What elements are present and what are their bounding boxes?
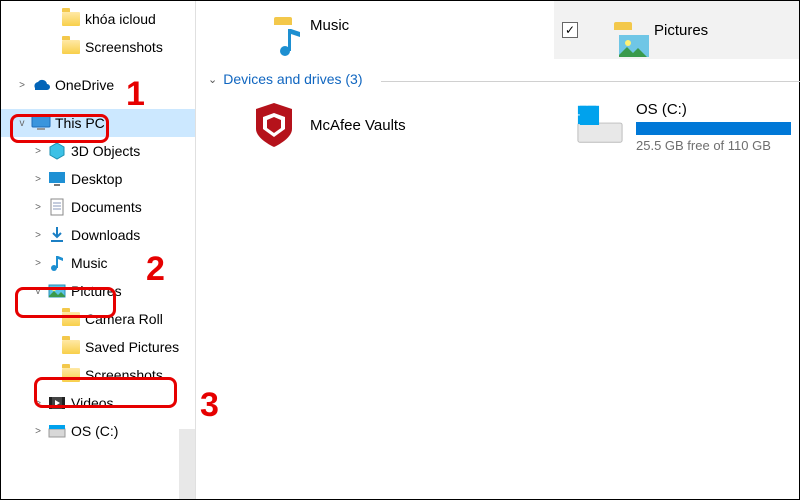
drive-os-c[interactable]: OS (C:) 25.5 GB free of 110 GB: [576, 101, 791, 153]
mcafee-icon: [250, 101, 298, 149]
expander-icon: [45, 40, 59, 54]
chevron-right-icon[interactable]: >: [31, 200, 45, 214]
section-title: Devices and drives (3): [223, 71, 362, 87]
expander-icon: [45, 368, 59, 382]
section-divider: [381, 81, 800, 82]
downloads-icon: [47, 225, 67, 245]
tree-item-saved-pictures[interactable]: Saved Pictures: [1, 333, 195, 361]
tree-item-camera-roll[interactable]: Camera Roll: [1, 305, 195, 333]
tree-item-os-c[interactable]: > OS (C:): [1, 417, 195, 445]
drive-free-space: 25.5 GB free of 110 GB: [636, 138, 791, 153]
chevron-right-icon[interactable]: >: [15, 78, 29, 92]
tree-item-onedrive[interactable]: > OneDrive: [1, 71, 195, 99]
3d-objects-icon: [47, 141, 67, 161]
tree-label: Saved Pictures: [85, 339, 179, 355]
chevron-right-icon[interactable]: >: [31, 144, 45, 158]
onedrive-icon: [31, 75, 51, 95]
videos-icon: [47, 393, 67, 413]
drive-mcafee-vaults[interactable]: McAfee Vaults: [250, 101, 406, 149]
tree-label: Desktop: [71, 171, 122, 187]
chevron-down-icon[interactable]: v: [31, 284, 45, 298]
this-pc-icon: [31, 113, 51, 133]
tree-label: khóa icloud: [85, 11, 156, 27]
drive-label: OS (C:): [636, 101, 791, 118]
tree-label: This PC: [55, 115, 105, 131]
tree-label: Pictures: [71, 283, 122, 299]
tree-item-desktop[interactable]: > Desktop: [1, 165, 195, 193]
folder-icon: [61, 337, 81, 357]
tree-item-downloads[interactable]: > Downloads: [1, 221, 195, 249]
tree-item-screenshots-qa[interactable]: Screenshots: [1, 33, 195, 61]
music-folder-icon: [250, 1, 298, 49]
tree-label: OneDrive: [55, 77, 114, 93]
expander-icon: [45, 340, 59, 354]
navigation-tree: khóa icloud Screenshots > OneDrive v Thi…: [1, 1, 196, 499]
tree-label: Downloads: [71, 227, 140, 243]
tree-item-music[interactable]: > Music: [1, 249, 195, 277]
tree-label: Music: [71, 255, 108, 271]
tree-label: Camera Roll: [85, 311, 163, 327]
chevron-right-icon[interactable]: >: [31, 228, 45, 242]
desktop-icon: [47, 169, 67, 189]
pictures-icon: [47, 281, 67, 301]
drive-usage-bar: [636, 122, 791, 135]
tree-item-documents[interactable]: > Documents: [1, 193, 195, 221]
devices-and-drives-header[interactable]: ⌄ Devices and drives (3): [208, 71, 363, 87]
tree-label: Videos: [71, 395, 114, 411]
chevron-right-icon[interactable]: >: [31, 256, 45, 270]
tree-label: Screenshots: [85, 39, 163, 55]
tree-item-pictures[interactable]: v Pictures: [1, 277, 195, 305]
tree-item-this-pc[interactable]: v This PC: [1, 109, 195, 137]
folder-icon: [61, 309, 81, 329]
drive-icon: [576, 101, 624, 149]
item-label: Music: [310, 17, 349, 34]
content-pane: Music ✓ Pictures ⌄ Devices and drives (3…: [196, 1, 799, 499]
chevron-down-icon[interactable]: ⌄: [208, 73, 217, 86]
tree-item-3d-objects[interactable]: > 3D Objects: [1, 137, 195, 165]
tree-item-screenshots[interactable]: Screenshots: [1, 361, 195, 389]
tree-label: Screenshots: [85, 367, 163, 383]
documents-icon: [47, 197, 67, 217]
drive-icon: [47, 421, 67, 441]
tree-label: Documents: [71, 199, 142, 215]
tree-label: 3D Objects: [71, 143, 140, 159]
tree-item-videos[interactable]: > Videos: [1, 389, 195, 417]
chevron-right-icon[interactable]: >: [31, 424, 45, 438]
folder-icon: [61, 37, 81, 57]
folder-icon: [61, 9, 81, 29]
tree-label: OS (C:): [71, 423, 118, 439]
checkbox-icon[interactable]: ✓: [562, 22, 578, 38]
scrollbar[interactable]: [179, 429, 195, 499]
chevron-right-icon[interactable]: >: [31, 172, 45, 186]
expander-icon: [45, 12, 59, 26]
folder-pictures-selected[interactable]: ✓ Pictures: [554, 1, 799, 59]
expander-icon: [45, 312, 59, 326]
item-label: McAfee Vaults: [310, 117, 406, 134]
tree-item-khoa-icloud[interactable]: khóa icloud: [1, 5, 195, 33]
chevron-down-icon[interactable]: v: [15, 116, 29, 130]
pictures-folder-icon: [592, 8, 636, 52]
music-icon: [47, 253, 67, 273]
folder-icon: [61, 365, 81, 385]
chevron-right-icon[interactable]: >: [31, 396, 45, 410]
folder-music[interactable]: Music: [250, 1, 349, 49]
item-label: Pictures: [654, 22, 708, 39]
